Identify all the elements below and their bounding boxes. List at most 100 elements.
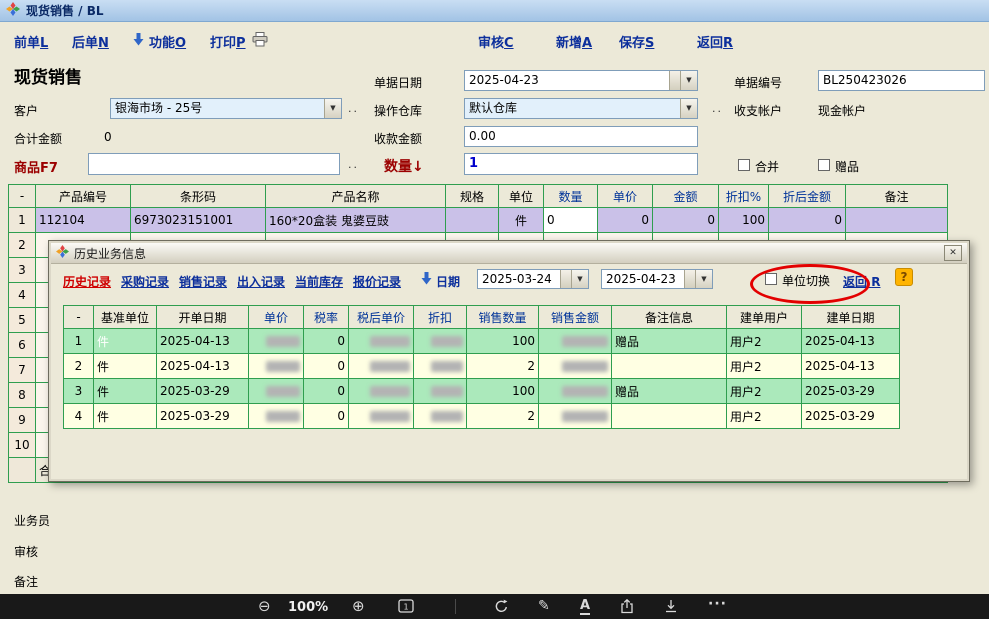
cell[interactable]: 件 (94, 404, 157, 429)
calendar-icon[interactable] (560, 270, 571, 288)
cell[interactable] (612, 354, 727, 379)
redacted-cell[interactable] (349, 404, 414, 429)
dropdown-arrow-icon[interactable]: ▼ (680, 99, 697, 118)
text-tool-button[interactable]: A (580, 599, 590, 615)
help-button[interactable]: ? (895, 268, 913, 286)
cell[interactable]: 2025-03-29 (157, 404, 249, 429)
cell[interactable]: 件 (94, 354, 157, 379)
cell[interactable] (846, 208, 948, 233)
cell[interactable]: 2 (467, 404, 539, 429)
printer-icon[interactable] (252, 32, 268, 50)
customer-select[interactable]: 银海市场 - 25号▼ (110, 98, 342, 119)
redacted-cell[interactable] (349, 329, 414, 354)
cell[interactable]: 2025-03-29 (802, 379, 900, 404)
functions-button[interactable]: 功能O (149, 32, 186, 51)
product-browse-button[interactable]: .. (348, 158, 359, 171)
cell[interactable]: 100 (719, 208, 769, 233)
date-to-picker[interactable]: 2025-04-23▼ (601, 269, 713, 289)
tab-history[interactable]: 历史记录 (63, 273, 111, 290)
cell[interactable]: 用户2 (727, 404, 802, 429)
unit-switch-checkbox[interactable] (765, 273, 777, 285)
receipt-field[interactable]: 0.00 (464, 126, 698, 147)
cell[interactable]: 用户2 (727, 329, 802, 354)
product-input[interactable] (88, 153, 340, 175)
cell[interactable] (612, 404, 727, 429)
cell[interactable]: 用户2 (727, 379, 802, 404)
share-button[interactable] (620, 599, 634, 618)
customer-browse-button[interactable]: .. (348, 102, 359, 115)
cell[interactable]: 0 (304, 379, 349, 404)
dropdown-arrow-icon[interactable]: ▼ (324, 99, 341, 118)
redacted-cell[interactable] (249, 354, 304, 379)
date-from-picker[interactable]: 2025-03-24▼ (477, 269, 589, 289)
gift-checkbox[interactable] (818, 159, 830, 171)
account-value[interactable]: 现金帐户 (818, 102, 866, 119)
cell[interactable] (446, 208, 499, 233)
warehouse-select[interactable]: 默认仓库▼ (464, 98, 698, 119)
cell[interactable]: 100 (467, 379, 539, 404)
doc-no-field[interactable]: BL250423026 (818, 70, 985, 91)
qty-input[interactable]: 1 (464, 153, 698, 175)
more-options-button[interactable]: ··· (708, 596, 727, 612)
redacted-cell[interactable] (249, 329, 304, 354)
cell[interactable]: 2025-04-13 (802, 329, 900, 354)
cell[interactable]: 0 (653, 208, 719, 233)
doc-date-picker[interactable]: 2025-04-23▼ (464, 70, 698, 91)
cell[interactable]: 赠品 (612, 379, 727, 404)
dropdown-arrow-icon[interactable]: ▼ (695, 270, 712, 288)
cell[interactable]: 160*20盒装 鬼婆豆豉 (266, 208, 446, 233)
rotate-button[interactable] (494, 599, 509, 618)
merge-checkbox[interactable] (738, 159, 750, 171)
edit-pencil-icon[interactable]: ✎ (538, 598, 550, 614)
cell[interactable]: 2025-03-29 (802, 404, 900, 429)
redacted-cell[interactable] (414, 329, 467, 354)
print-button[interactable]: 打印P (210, 32, 246, 51)
redacted-cell[interactable] (414, 379, 467, 404)
zoom-in-button[interactable]: ⊕ (352, 597, 365, 615)
redacted-cell[interactable] (539, 354, 612, 379)
redacted-cell[interactable] (414, 404, 467, 429)
row-number[interactable]: 1 (9, 208, 36, 233)
cell[interactable]: 2025-04-13 (157, 329, 249, 354)
tab-in-out[interactable]: 出入记录 (237, 273, 285, 290)
tab-quotes[interactable]: 报价记录 (353, 273, 401, 290)
cell[interactable]: 用户2 (727, 354, 802, 379)
cell[interactable]: 0 (304, 404, 349, 429)
cell[interactable]: 2025-04-13 (802, 354, 900, 379)
audit-button[interactable]: 审核C (478, 32, 514, 51)
cell[interactable]: 件 (499, 208, 544, 233)
dialog-return-button[interactable]: 返回 R (843, 273, 880, 290)
zoom-out-button[interactable]: ⊖ (258, 597, 271, 615)
selected-cell[interactable]: 件 (94, 329, 157, 354)
redacted-cell[interactable] (349, 354, 414, 379)
cell[interactable]: 2025-03-29 (157, 379, 249, 404)
save-button[interactable]: 保存S (619, 32, 654, 51)
cell[interactable]: 2 (467, 354, 539, 379)
calendar-icon[interactable] (684, 270, 695, 288)
back-button[interactable]: 返回R (697, 32, 733, 51)
cell[interactable]: 100 (467, 329, 539, 354)
add-button[interactable]: 新增A (556, 32, 592, 51)
cell[interactable]: 0 (598, 208, 653, 233)
dropdown-arrow-icon[interactable]: ▼ (571, 270, 588, 288)
tab-sales[interactable]: 销售记录 (179, 273, 227, 290)
cell[interactable]: 0 (304, 354, 349, 379)
cell[interactable]: 6973023151001 (131, 208, 266, 233)
warehouse-browse-button[interactable]: .. (712, 102, 723, 115)
dropdown-arrow-icon[interactable]: ▼ (680, 71, 697, 90)
close-icon[interactable]: ✕ (944, 245, 962, 261)
next-doc-button[interactable]: 后单N (72, 32, 109, 51)
redacted-cell[interactable] (539, 379, 612, 404)
cell[interactable]: 0 (304, 329, 349, 354)
cell[interactable]: 0 (769, 208, 846, 233)
dialog-title-bar[interactable]: 历史业务信息 ✕ (51, 243, 967, 264)
cell[interactable]: 赠品 (612, 329, 727, 354)
redacted-cell[interactable] (349, 379, 414, 404)
prev-doc-button[interactable]: 前单L (14, 32, 48, 51)
redacted-cell[interactable] (539, 329, 612, 354)
redacted-cell[interactable] (414, 354, 467, 379)
tab-purchase[interactable]: 采购记录 (121, 273, 169, 290)
cell[interactable]: 件 (94, 379, 157, 404)
redacted-cell[interactable] (539, 404, 612, 429)
redacted-cell[interactable] (249, 404, 304, 429)
